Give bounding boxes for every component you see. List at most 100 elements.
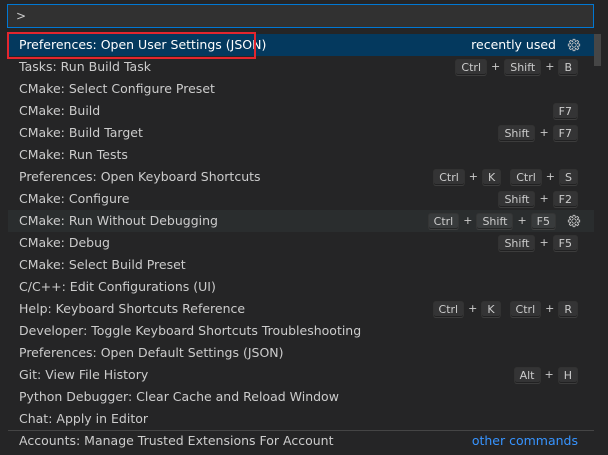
keybinding-key: Alt [513,366,541,384]
command-list: Preferences: Open User Settings (JSON) re… [8,34,594,452]
recently-used-label: recently used [471,37,556,52]
command-label: Chat: Apply in Editor [19,411,149,426]
command-item[interactable]: CMake: Configure Shift + F2 [8,188,594,210]
keybinding-key: Shift [498,234,536,252]
key-plus: + [545,170,556,183]
keybinding-key: H [557,366,578,384]
command-item[interactable]: Git: View File History Alt + H [8,364,594,386]
command-label: Tasks: Run Build Task [19,59,151,74]
keybinding-key: F5 [552,234,578,252]
keybinding-key: Shift [476,212,514,230]
command-meta: Ctrl + Shift + F5 [427,210,594,232]
command-meta: Ctrl + K Ctrl + S [433,166,594,188]
command-item[interactable]: CMake: Select Configure Preset [8,78,594,100]
keybinding-key: Shift [498,124,536,142]
key-plus: + [468,302,478,315]
command-meta: other commands [472,430,594,452]
command-meta [578,276,594,298]
command-item[interactable]: Preferences: Open User Settings (JSON) re… [8,34,594,56]
command-meta: recently used [471,34,594,56]
command-label: Preferences: Open Keyboard Shortcuts [19,169,261,184]
command-item[interactable]: CMake: Build Target Shift + F7 [8,122,594,144]
command-item[interactable]: CMake: Debug Shift + F5 [8,232,594,254]
command-label: Preferences: Open Default Settings (JSON… [19,345,284,360]
command-meta [578,386,594,408]
key-plus: + [517,214,527,227]
command-item[interactable]: C/C++: Edit Configurations (UI) [8,276,594,298]
command-label: CMake: Debug [19,235,110,250]
key-plus: + [539,192,549,205]
keybinding-key: K [482,168,502,186]
command-label: Developer: Toggle Keyboard Shortcuts Tro… [19,323,362,338]
command-item[interactable]: Preferences: Open Keyboard Shortcuts Ctrl… [8,166,594,188]
keybinding-key: F7 [552,124,578,142]
keybinding-key: S [559,168,578,186]
command-label: CMake: Configure [19,191,130,206]
command-input-box[interactable] [7,4,594,28]
command-meta [578,342,594,364]
command-label: CMake: Run Tests [19,147,128,162]
command-meta [578,144,594,166]
keybinding-key: F5 [530,212,556,230]
command-label: CMake: Build Target [19,125,143,140]
command-item[interactable]: CMake: Build F7 [8,100,594,122]
keybinding-key: R [558,300,578,318]
key-plus: + [539,126,549,139]
command-meta: Ctrl + Shift + B [455,56,594,78]
keybinding-key: Ctrl [427,212,460,230]
command-meta: F7 [552,100,594,122]
command-label: CMake: Select Build Preset [19,257,186,272]
command-item[interactable]: Tasks: Run Build Task Ctrl + Shift + B [8,56,594,78]
group-separator [8,430,594,431]
command-item[interactable]: Chat: Apply in Editor [8,408,594,430]
command-item[interactable]: Preferences: Open Default Settings (JSON… [8,342,594,364]
command-meta: Shift + F5 [498,232,594,254]
key-plus: + [491,60,501,73]
command-label: CMake: Run Without Debugging [19,213,218,228]
command-item[interactable]: Python Debugger: Clear Cache and Reload … [8,386,594,408]
command-meta [578,254,594,276]
keybinding-key: B [558,58,578,76]
command-item[interactable]: Developer: Toggle Keyboard Shortcuts Tro… [8,320,594,342]
command-input[interactable] [8,5,593,27]
command-label: Python Debugger: Clear Cache and Reload … [19,389,339,404]
command-item[interactable]: Help: Keyboard Shortcuts Reference Ctrl + K… [8,298,594,320]
gear-icon[interactable] [566,37,582,53]
keybinding-key: F7 [552,102,578,120]
command-label: Help: Keyboard Shortcuts Reference [19,301,246,316]
keybinding-key: Ctrl [432,300,465,318]
key-plus: + [545,60,555,73]
command-item[interactable]: Accounts: Manage Trusted Extensions For … [8,430,594,452]
command-meta [578,408,594,430]
gear-icon[interactable] [566,213,582,229]
key-plus: + [539,236,549,249]
keybinding-key: F2 [552,190,578,208]
command-item[interactable]: CMake: Run Tests [8,144,594,166]
command-meta: Shift + F7 [498,122,594,144]
command-meta: Alt + H [513,364,594,386]
command-label: Accounts: Manage Trusted Extensions For … [19,433,334,448]
command-meta [578,78,594,100]
other-commands-label: other commands [471,433,578,448]
keybinding-key: Shift [498,190,536,208]
keybinding-key: K [481,300,501,318]
keybinding-key: Ctrl [509,300,542,318]
keybinding-key: Ctrl [433,168,465,186]
command-meta [578,320,594,342]
keybinding-key: Ctrl [455,58,487,76]
scrollbar[interactable] [594,34,601,66]
command-palette: Preferences: Open User Settings (JSON) re… [0,0,608,455]
command-meta: Shift + F2 [498,188,594,210]
command-label: C/C++: Edit Configurations (UI) [19,279,216,294]
key-plus: + [545,302,555,315]
command-meta: Ctrl + K Ctrl + R [432,298,594,320]
command-label: CMake: Select Configure Preset [19,81,215,96]
command-label: Preferences: Open User Settings (JSON) [19,37,267,52]
keybinding-key: Shift [504,58,542,76]
keybinding-key: Ctrl [510,168,542,186]
key-plus: + [463,214,473,227]
key-plus: + [468,170,478,183]
command-item[interactable]: CMake: Run Without Debugging Ctrl + Shift + F… [8,210,594,232]
command-item[interactable]: CMake: Select Build Preset [8,254,594,276]
command-label: CMake: Build [19,103,101,118]
